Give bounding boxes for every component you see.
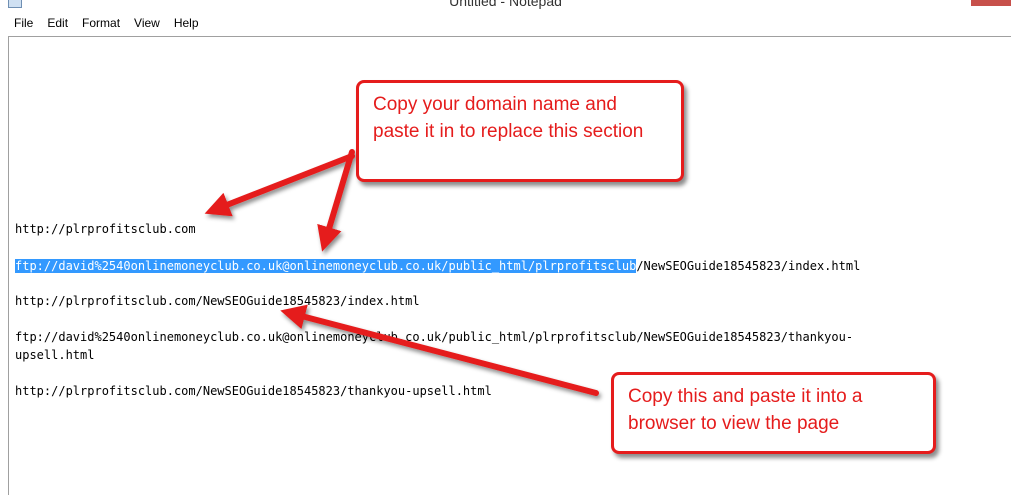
callout-line: Copy your domain name and (373, 94, 617, 115)
text-line-http-thankyou: http://plrprofitsclub.com/NewSEOGuide185… (15, 384, 492, 398)
text-remainder: /NewSEOGuide18545823/index.html (636, 259, 861, 273)
selected-text: ftp://david%2540onlinemoneyclub.co.uk@on… (15, 259, 637, 273)
menu-bar: File Edit Format View Help (0, 12, 1011, 34)
menu-format[interactable]: Format (75, 12, 127, 34)
callout-replace-domain: Copy your domain name and paste it in to… (356, 80, 684, 182)
window-title: Untitled - Notepad (449, 0, 562, 9)
menu-view[interactable]: View (127, 12, 167, 34)
menu-edit[interactable]: Edit (40, 12, 75, 34)
text-line-ftp-index: ftp://david%2540onlinemoneyclub.co.uk@on… (15, 258, 860, 274)
close-button[interactable] (971, 0, 1011, 6)
menu-help[interactable]: Help (167, 12, 206, 34)
text-line-domain: http://plrprofitsclub.com (15, 222, 196, 236)
title-bar: Untitled - Notepad (0, 0, 1011, 12)
text-line-http-index: http://plrprofitsclub.com/NewSEOGuide185… (15, 294, 420, 308)
callout-line: Copy this and paste it into a (628, 386, 863, 407)
callout-line: paste it in to replace this section (373, 121, 644, 142)
menu-file[interactable]: File (0, 12, 40, 34)
text-line-ftp-thankyou: ftp://david%2540onlinemoneyclub.co.uk@on… (15, 330, 854, 344)
callout-line: browser to view the page (628, 413, 840, 434)
text-line-ftp-thankyou-cont: upsell.html (15, 348, 95, 362)
callout-open-browser: Copy this and paste it into a browser to… (611, 372, 936, 454)
